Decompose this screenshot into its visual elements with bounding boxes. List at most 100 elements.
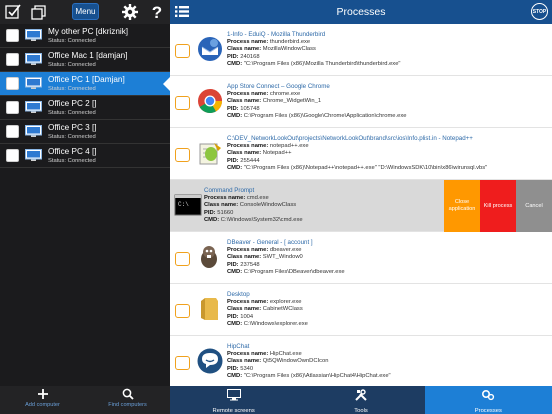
- computer-text: Office PC 2 [] Status: Connected: [48, 99, 97, 117]
- monitor-pc-icon: [25, 101, 42, 114]
- process-window-title: C:\DEV_NetworkLookOut\projects\NetworkLo…: [227, 135, 473, 142]
- computer-item[interactable]: Office PC 4 [] Status: Connected: [0, 144, 170, 168]
- process-name: thunderbird.exe: [269, 39, 311, 45]
- pid-value: 1004: [240, 313, 254, 320]
- settings-gear-icon[interactable]: [121, 3, 139, 21]
- plus-icon: [37, 389, 48, 399]
- process-name-line: Process name: dbeaver.exe: [227, 247, 546, 254]
- process-name-line: Process name: explorer.exe: [227, 299, 546, 306]
- process-checkbox[interactable]: [175, 96, 190, 110]
- list-view-icon[interactable]: [175, 5, 189, 18]
- select-all-icon[interactable]: [4, 3, 22, 21]
- computer-checkbox[interactable]: [6, 125, 19, 138]
- pid-value: 105748: [240, 105, 260, 112]
- computer-checkbox[interactable]: [6, 29, 19, 42]
- pid-line: PID: 105748: [227, 106, 546, 113]
- monitor-pc-icon: [25, 125, 42, 138]
- class-name: ConsoleWindowClass: [239, 202, 297, 209]
- help-icon[interactable]: ?: [148, 3, 166, 21]
- pid-value: 240168: [240, 53, 260, 60]
- computer-item[interactable]: My other PC [dkriznik] Status: Connected: [0, 24, 170, 48]
- page-title: Processes: [336, 6, 386, 18]
- tab-processes[interactable]: Processes: [424, 386, 552, 414]
- find-computers-button[interactable]: Find computers: [85, 386, 170, 414]
- tab-label: Tools: [354, 408, 368, 414]
- pid-line: PID: 1004: [227, 314, 546, 321]
- computer-checkbox[interactable]: [6, 53, 19, 66]
- computer-checkbox[interactable]: [6, 149, 19, 162]
- tab-tools[interactable]: Tools: [297, 386, 424, 414]
- computer-status: Status: Connected: [48, 157, 97, 165]
- process-row[interactable]: 1-Info - EduiQ - Mozilla Thunderbird Proc…: [170, 24, 552, 76]
- process-header: Processes STOP: [170, 0, 552, 24]
- process-row[interactable]: C:\DEV_NetworkLookOut\projects\NetworkLo…: [170, 128, 552, 180]
- computer-item[interactable]: Office PC 1 [Damjan] Status: Connected: [0, 72, 170, 96]
- cancel-button[interactable]: Cancel: [516, 180, 552, 232]
- monitor-pc-icon: [25, 77, 42, 90]
- pid-line: PID: 240168: [227, 54, 546, 61]
- monitor-pc-icon: [25, 53, 42, 66]
- svg-text:C:\: C:\: [178, 201, 189, 208]
- process-row[interactable]: HipChat Process name: HipChat.exe Class na…: [170, 336, 552, 386]
- process-name-line: Process name: thunderbird.exe: [227, 39, 546, 46]
- class-name-label: Class name:: [204, 202, 239, 209]
- computer-checkbox[interactable]: [6, 101, 19, 114]
- process-name-label: Process name:: [227, 91, 269, 97]
- computer-list: My other PC [dkriznik] Status: Connected O…: [0, 24, 170, 168]
- process-name-line: Process name: chrome.exe: [227, 91, 546, 98]
- cmd-label: CMD:: [227, 321, 243, 328]
- menu-button[interactable]: Menu: [72, 3, 99, 20]
- process-row[interactable]: App Store Connect – Google Chrome Process…: [170, 76, 552, 128]
- process-checkbox[interactable]: [175, 252, 190, 266]
- stop-button[interactable]: STOP: [531, 3, 548, 20]
- process-checkbox[interactable]: [175, 304, 190, 318]
- class-name: SWT_Window0: [262, 254, 303, 261]
- cmd-line: CMD: C:\Windows\System32\cmd.exe: [204, 217, 440, 224]
- add-computer-button[interactable]: Add computer: [0, 386, 85, 414]
- process-name-line: Process name: notepad++.exe: [227, 143, 546, 150]
- folder-icon: [196, 295, 224, 323]
- status-value: Connected: [67, 85, 96, 92]
- status-label: Status:: [48, 133, 67, 140]
- class-name: Notepad++: [262, 150, 292, 157]
- pid-value: 255444: [240, 157, 260, 164]
- process-name-label: Process name:: [227, 143, 269, 149]
- computer-item[interactable]: Office Mac 1 [damjan] Status: Connected: [0, 48, 170, 72]
- process-name: explorer.exe: [269, 299, 302, 305]
- process-row[interactable]: C:\ Command Prompt Process name: cmd.exe Cl…: [170, 180, 552, 232]
- process-info: HipChat Process name: HipChat.exe Class na…: [227, 343, 546, 381]
- pid-line: PID: 51660: [204, 210, 440, 217]
- multi-window-icon[interactable]: [30, 3, 48, 21]
- thunderbird-icon: [196, 35, 224, 63]
- process-window-title: HipChat: [227, 343, 250, 350]
- pid-label: PID:: [227, 157, 239, 164]
- selected-arrow-icon: [163, 77, 170, 91]
- pid-label: PID:: [227, 105, 239, 112]
- class-name-line: Class name: Notepad++: [227, 150, 546, 157]
- class-name-line: Class name: Qt5QWindowOwnDCIcon: [227, 358, 546, 365]
- process-name-label: Process name:: [227, 247, 269, 253]
- computer-item[interactable]: Office PC 2 [] Status: Connected: [0, 96, 170, 120]
- computer-status: Status: Connected: [48, 37, 128, 45]
- cmd-value: C:\Windows\explorer.exe: [243, 321, 308, 328]
- status-value: Connected: [67, 133, 96, 140]
- kill-process-button[interactable]: Kill process: [480, 180, 516, 232]
- process-checkbox[interactable]: [175, 148, 190, 162]
- computer-panel: Menu ? My other PC [dkriznik] Status: Con…: [0, 0, 170, 414]
- process-info: 1-Info - EduiQ - Mozilla Thunderbird Proc…: [227, 31, 546, 69]
- process-row[interactable]: Desktop Process name: explorer.exe Class n…: [170, 284, 552, 336]
- computer-checkbox[interactable]: [6, 77, 19, 90]
- swipe-actions: Close application Kill process Cancel: [444, 180, 552, 232]
- tab-remote-screens[interactable]: Remote screens: [170, 386, 297, 414]
- class-name: MozillaWindowClass: [262, 46, 316, 53]
- computer-item[interactable]: Office PC 3 [] Status: Connected: [0, 120, 170, 144]
- process-checkbox[interactable]: [175, 356, 190, 370]
- close-application-button[interactable]: Close application: [444, 180, 480, 232]
- process-checkbox[interactable]: [175, 44, 190, 58]
- status-value: Connected: [67, 157, 96, 164]
- computer-name: Office PC 1 [Damjan]: [48, 74, 125, 84]
- cmd-value: "C:\Program Files (x86)\Atlassian\HipCha…: [243, 373, 391, 380]
- find-computers-label: Find computers: [108, 402, 147, 408]
- process-info: C:\DEV_NetworkLookOut\projects\NetworkLo…: [227, 135, 546, 173]
- process-row[interactable]: DBeaver - General - [ account ] Process n…: [170, 232, 552, 284]
